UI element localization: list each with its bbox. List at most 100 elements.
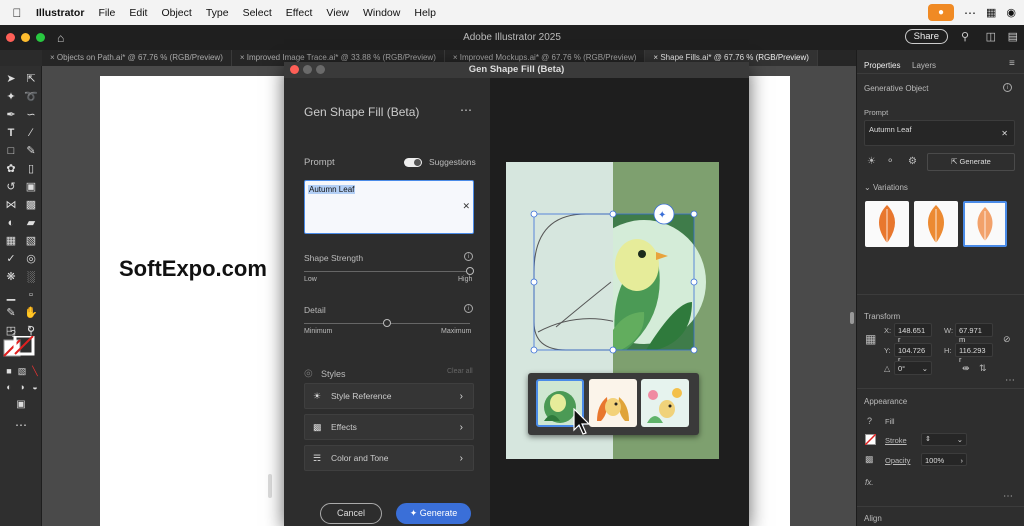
curvature-tool-icon[interactable]: ∽ bbox=[24, 108, 38, 122]
generate-button[interactable]: ✦ Generate bbox=[396, 503, 471, 524]
panel-clear-prompt-icon[interactable]: ✕ bbox=[1001, 129, 1008, 138]
draw-inside-icon[interactable]: ◒ bbox=[28, 380, 42, 394]
shaper-tool-icon[interactable]: ✿ bbox=[4, 162, 18, 176]
menu-edit[interactable]: Edit bbox=[129, 7, 147, 19]
swap-colors-icon[interactable]: ↻ bbox=[24, 322, 38, 336]
menu-window[interactable]: Window bbox=[363, 7, 400, 19]
free-transform-tool-icon[interactable]: ▩ bbox=[24, 198, 38, 212]
shape-builder-tool-icon[interactable]: ◐ bbox=[4, 216, 18, 230]
menu-help[interactable]: Help bbox=[414, 7, 436, 19]
type-tool-icon[interactable]: T bbox=[4, 126, 18, 140]
tab-objects-on-path[interactable]: × Objects on Path.ai* @ 67.76 % (RGB/Pre… bbox=[42, 50, 232, 66]
suggestions-toggle[interactable] bbox=[404, 158, 422, 167]
stroke-label[interactable]: Stroke bbox=[885, 436, 907, 445]
mic-icon[interactable]: ● bbox=[927, 4, 954, 21]
search-icon[interactable]: ⚲ bbox=[961, 30, 969, 43]
dialog-close-button[interactable] bbox=[290, 65, 299, 74]
variation-thumb-2[interactable] bbox=[589, 379, 637, 427]
tab-layers[interactable]: Layers bbox=[912, 61, 936, 70]
panel-menu-icon[interactable]: ≡ bbox=[1009, 58, 1015, 69]
perspective-grid-tool-icon[interactable]: ▰ bbox=[24, 216, 38, 230]
appearance-more-icon[interactable]: ⋯ bbox=[1003, 491, 1013, 502]
transform-more-icon[interactable]: ⋯ bbox=[1005, 375, 1015, 386]
flip-horizontal-icon[interactable]: ⇼ bbox=[962, 363, 970, 374]
pen-tool-icon[interactable]: ✒ bbox=[4, 108, 18, 122]
menu-view[interactable]: View bbox=[326, 7, 349, 19]
shape-strength-slider[interactable] bbox=[466, 267, 474, 275]
eraser-tool-icon[interactable]: ▯ bbox=[24, 162, 38, 176]
dialog-more-icon[interactable]: ⋯ bbox=[460, 103, 472, 117]
panel-prompt-input[interactable]: Autumn Leaf ✕ bbox=[864, 120, 1015, 146]
menu-object[interactable]: Object bbox=[161, 7, 191, 19]
style-reference-accordion[interactable]: ☀ Style Reference › bbox=[304, 383, 474, 409]
more-tools-icon[interactable]: ⋯ bbox=[14, 418, 28, 432]
eyedropper-tool-icon[interactable]: ✓ bbox=[4, 252, 18, 266]
flip-vertical-icon[interactable]: ⇅ bbox=[979, 363, 987, 374]
close-window-button[interactable] bbox=[6, 33, 15, 42]
clear-all-button[interactable]: Clear all bbox=[447, 368, 473, 375]
scrollbar-handle[interactable] bbox=[850, 312, 854, 324]
panel-collapse-handle[interactable] bbox=[268, 474, 272, 498]
menu-app-name[interactable]: Illustrator bbox=[36, 7, 84, 19]
siri-icon[interactable]: ◉ bbox=[1006, 6, 1016, 19]
menu-file[interactable]: File bbox=[98, 7, 115, 19]
y-field[interactable]: 104.726 r bbox=[894, 343, 932, 364]
workspace-icon[interactable]: ▤ bbox=[1008, 30, 1018, 43]
h-field[interactable]: 116.293 r bbox=[955, 343, 993, 364]
tab-properties[interactable]: Properties bbox=[864, 61, 900, 70]
home-icon[interactable]: ⌂ bbox=[57, 31, 64, 45]
none-mode-icon[interactable]: ╲ bbox=[28, 364, 42, 378]
panel-generate-button[interactable]: ⇱ Generate bbox=[927, 153, 1015, 171]
clear-prompt-icon[interactable]: ✕ bbox=[462, 201, 470, 212]
control-center-icon[interactable]: ▦ bbox=[986, 6, 996, 19]
mesh-tool-icon[interactable]: ▦ bbox=[4, 234, 18, 248]
gradient-mode-icon[interactable]: ▧ bbox=[15, 364, 29, 378]
menu-type[interactable]: Type bbox=[206, 7, 229, 19]
direct-selection-tool-icon[interactable]: ⇱ bbox=[24, 72, 38, 86]
share-button[interactable]: Share bbox=[904, 29, 948, 44]
color-mode-icon[interactable]: ■ bbox=[2, 364, 16, 378]
reference-image-icon[interactable]: ☀ bbox=[867, 156, 876, 167]
symbol-sprayer-tool-icon[interactable]: ❋ bbox=[4, 270, 18, 284]
panel-layout-icon[interactable]: ◫ bbox=[986, 30, 996, 43]
more-icon[interactable]: ⋯ bbox=[964, 6, 976, 20]
fx-button[interactable]: fx. bbox=[865, 478, 873, 487]
stroke-weight-field[interactable]: ⇕ ⌄ bbox=[921, 433, 967, 446]
shape-strength-info-icon[interactable]: i bbox=[464, 252, 473, 261]
fill-stroke-swatch[interactable] bbox=[3, 336, 37, 360]
rectangle-tool-icon[interactable]: □ bbox=[4, 144, 18, 158]
line-tool-icon[interactable]: ∕ bbox=[24, 126, 38, 140]
menu-select[interactable]: Select bbox=[243, 7, 272, 19]
apple-icon[interactable]:  bbox=[8, 6, 26, 20]
opacity-label[interactable]: Opacity bbox=[885, 456, 910, 465]
panel-variation-3[interactable] bbox=[963, 201, 1007, 247]
hand-tool-icon[interactable]: ✋ bbox=[24, 306, 38, 320]
zoom-window-button[interactable] bbox=[36, 33, 45, 42]
cancel-button[interactable]: Cancel bbox=[320, 503, 382, 524]
gradient-tool-icon[interactable]: ▧ bbox=[24, 234, 38, 248]
detail-slider[interactable] bbox=[383, 319, 391, 327]
magic-wand-tool-icon[interactable]: ✦ bbox=[4, 90, 18, 104]
variations-header[interactable]: ⌄ Variations bbox=[864, 183, 908, 192]
column-graph-tool-icon[interactable]: ░ bbox=[24, 270, 38, 284]
panel-variation-2[interactable] bbox=[914, 201, 958, 247]
slice-tool-icon[interactable]: ✎ bbox=[4, 306, 18, 320]
detail-info-icon[interactable]: i bbox=[464, 304, 473, 313]
rotate-field[interactable]: 0° ⌄ bbox=[894, 361, 932, 375]
blend-tool-icon[interactable]: ◎ bbox=[24, 252, 38, 266]
artboard-tool-icon[interactable]: ▫ bbox=[24, 288, 38, 302]
panel-variation-1[interactable] bbox=[865, 201, 909, 247]
generative-object-info-icon[interactable]: i bbox=[1003, 83, 1012, 92]
draw-mode-icon[interactable]: ◐ bbox=[2, 380, 16, 394]
rotate-tool-icon[interactable]: ↺ bbox=[4, 180, 18, 194]
style-presets-icon[interactable]: ⚬ bbox=[886, 156, 894, 167]
x-field[interactable]: 148.651 r bbox=[894, 323, 932, 344]
lasso-tool-icon[interactable]: ➰ bbox=[24, 90, 38, 104]
paintbrush-tool-icon[interactable]: ✎ bbox=[24, 144, 38, 158]
opacity-field[interactable]: 100% › bbox=[921, 453, 967, 466]
stroke-swatch-icon[interactable] bbox=[865, 434, 876, 445]
minimize-window-button[interactable] bbox=[21, 33, 30, 42]
effects-accordion[interactable]: ▩ Effects › bbox=[304, 414, 474, 440]
preview-canvas[interactable]: ✦ bbox=[506, 162, 719, 459]
screen-mode-icon[interactable]: ▣ bbox=[14, 398, 28, 412]
